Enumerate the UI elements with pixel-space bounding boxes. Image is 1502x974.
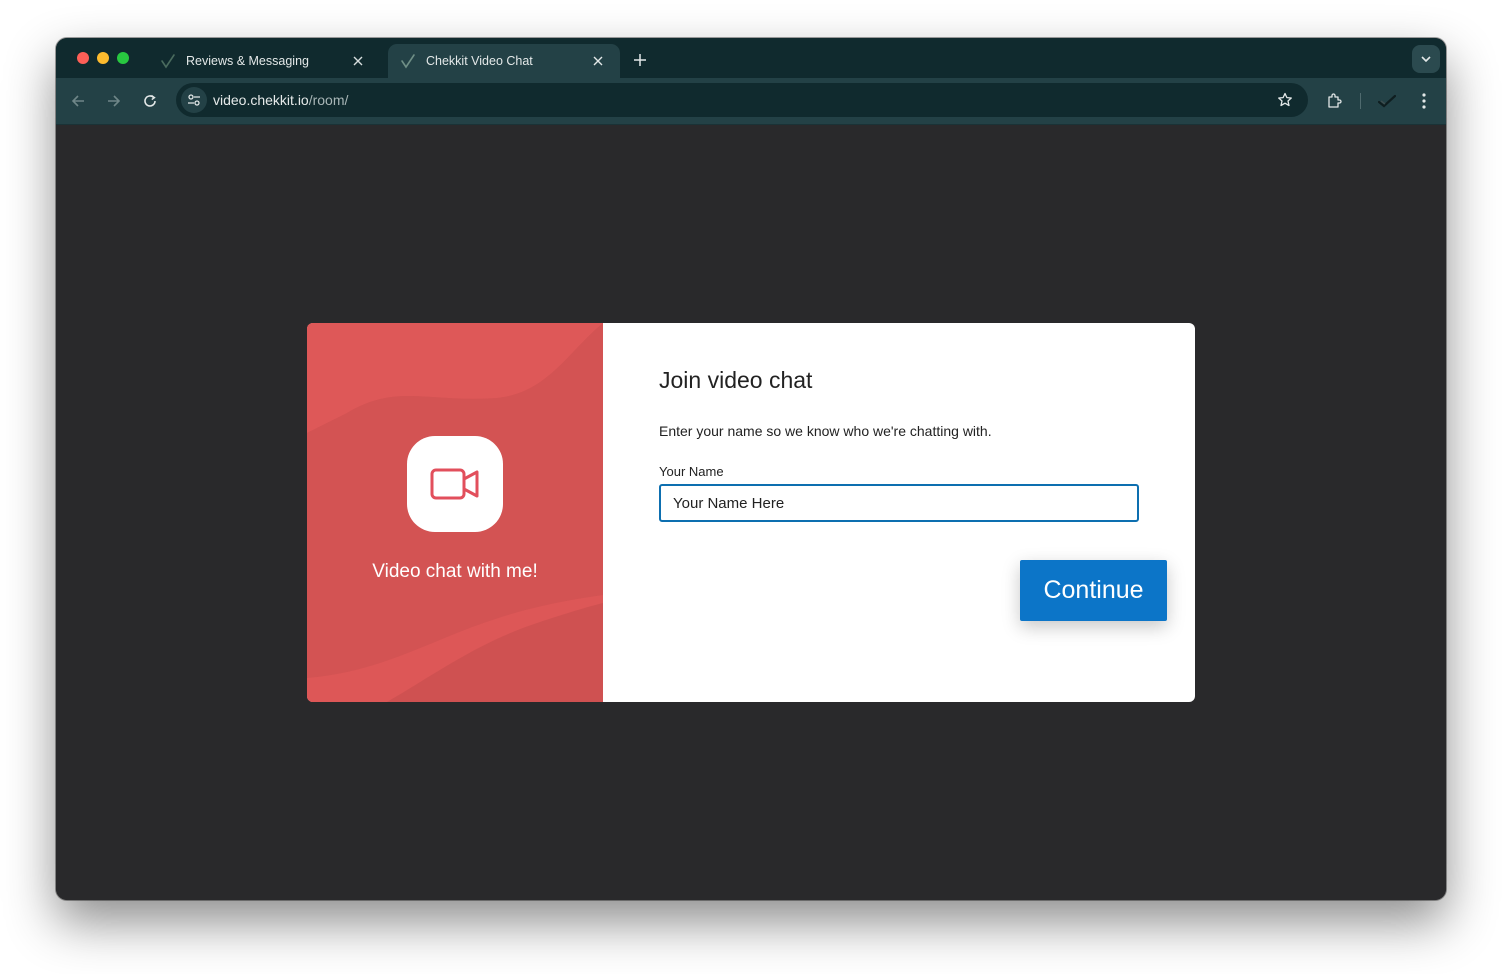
form-description: Enter your name so we know who we're cha… [659, 423, 992, 439]
name-input[interactable] [659, 484, 1139, 522]
url-text: video.chekkit.io/room/ [213, 92, 348, 108]
join-dialog: Video chat with me! Join video chat Ente… [307, 323, 1195, 702]
tab-title: Reviews & Messaging [186, 54, 309, 68]
name-field-label: Your Name [659, 464, 724, 479]
profile-avatar-icon [1378, 94, 1396, 108]
minimize-window-button[interactable] [97, 52, 109, 64]
arrow-left-icon [71, 95, 84, 107]
close-tab-icon[interactable] [590, 53, 606, 69]
checkmark-icon [400, 53, 416, 69]
page-content: Video chat with me! Join video chat Ente… [56, 125, 1446, 900]
url-path: /room/ [308, 92, 349, 108]
browser-menu-button[interactable] [1413, 90, 1435, 112]
tab-title: Chekkit Video Chat [426, 54, 533, 68]
promo-panel: Video chat with me! [307, 323, 603, 702]
video-camera-icon [430, 468, 479, 500]
puzzle-icon [1328, 93, 1342, 108]
tab-search-button[interactable] [1412, 45, 1440, 73]
profile-button[interactable] [1376, 90, 1398, 112]
chevron-down-icon [1421, 56, 1431, 62]
url-host: video.chekkit.io [213, 92, 309, 108]
join-form: Join video chat Enter your name so we kn… [603, 323, 1195, 702]
close-tab-icon[interactable] [350, 53, 366, 69]
reload-icon [144, 94, 156, 107]
continue-button[interactable]: Continue [1020, 560, 1167, 621]
toolbar-divider [1360, 93, 1361, 109]
back-button[interactable] [67, 90, 89, 112]
promo-caption: Video chat with me! [372, 561, 538, 582]
maximize-window-button[interactable] [117, 52, 129, 64]
new-tab-button[interactable] [630, 50, 650, 70]
forward-button[interactable] [103, 90, 125, 112]
page-title: Join video chat [659, 367, 813, 393]
close-window-button[interactable] [77, 52, 89, 64]
kebab-menu-icon [1422, 93, 1426, 109]
checkmark-icon [160, 53, 176, 69]
address-bar[interactable]: video.chekkit.io/room/ [176, 83, 1308, 117]
reload-button[interactable] [139, 90, 161, 112]
bookmark-star-icon[interactable] [1276, 91, 1294, 109]
extensions-button[interactable] [1323, 90, 1345, 112]
browser-window: Reviews & Messaging Chekkit Video Chat v… [56, 38, 1446, 900]
browser-toolbar: video.chekkit.io/room/ [56, 78, 1446, 125]
tab-chekkit-video-chat[interactable]: Chekkit Video Chat [388, 44, 620, 78]
site-settings-icon[interactable] [181, 87, 207, 113]
tab-reviews-messaging[interactable]: Reviews & Messaging [148, 44, 380, 78]
tab-strip: Reviews & Messaging Chekkit Video Chat [56, 38, 1446, 78]
arrow-right-icon [108, 95, 121, 107]
video-camera-tile [407, 436, 503, 532]
